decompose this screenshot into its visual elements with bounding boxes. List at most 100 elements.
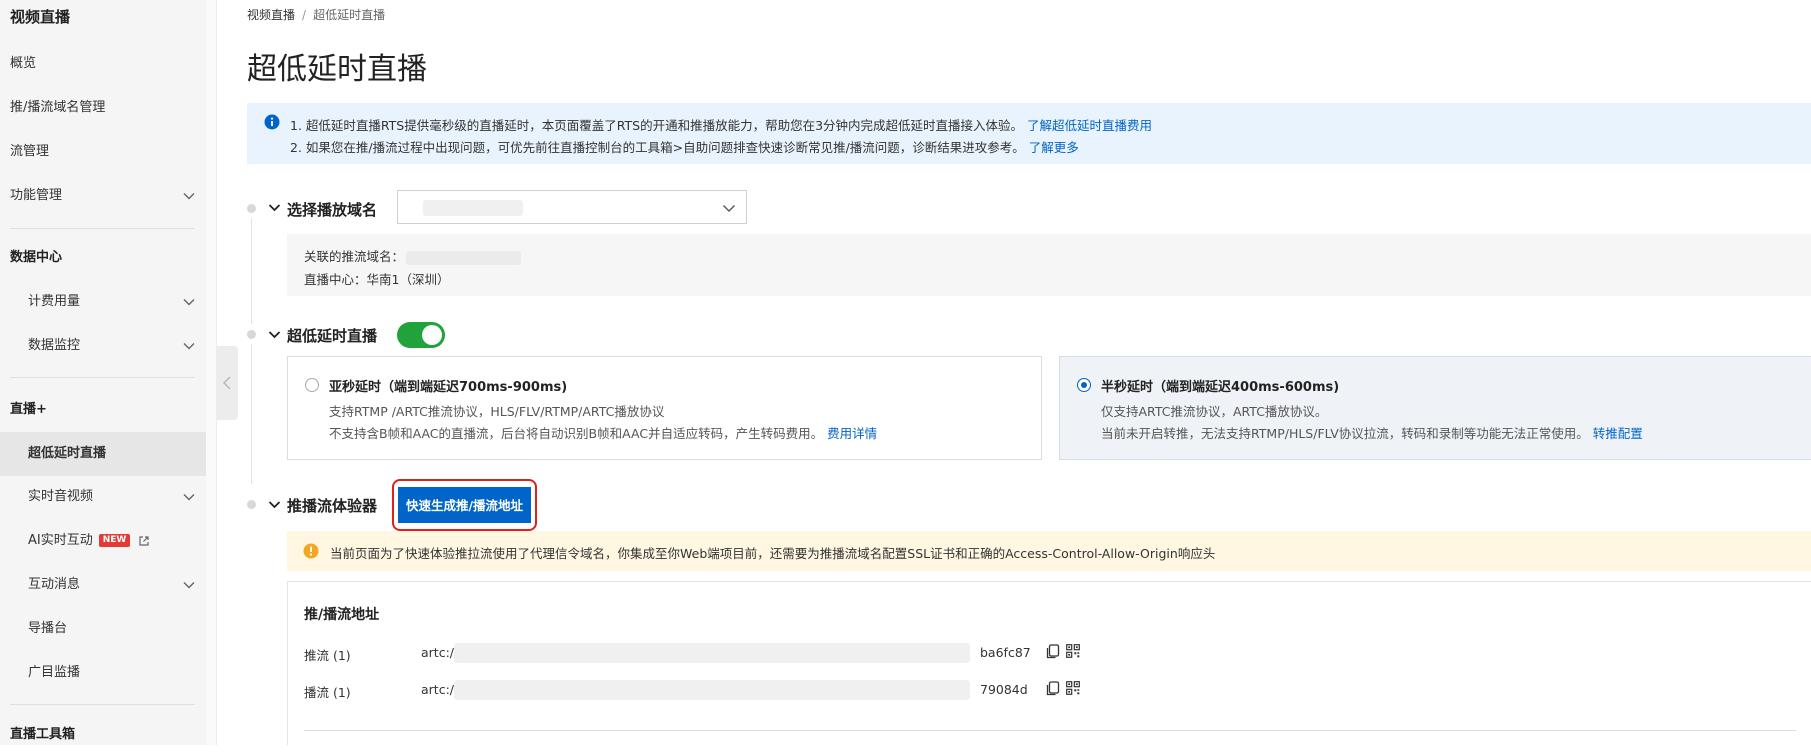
sidebar-item-label: 广目监播 bbox=[28, 665, 81, 680]
sidebar-item-billing-usage[interactable]: 计费用量 bbox=[28, 282, 195, 322]
step-title-select-domain: 选择播放域名 bbox=[287, 201, 378, 219]
radio-half-second[interactable] bbox=[1077, 378, 1091, 392]
divider bbox=[304, 730, 1796, 731]
radio-sub-second[interactable] bbox=[305, 378, 319, 392]
push-domain-row: 关联的推流域名： bbox=[304, 246, 522, 265]
option-desc-2: 当前未开启转推，无法支持RTMP/HLS/FLV协议拉流，转码和录制等功能无法正… bbox=[1101, 423, 1643, 442]
chevron-down-icon[interactable] bbox=[268, 201, 281, 214]
breadcrumb-separator: / bbox=[302, 8, 307, 22]
fee-details-link[interactable]: 费用详情 bbox=[827, 426, 877, 441]
ultra-low-latency-toggle[interactable] bbox=[397, 322, 445, 348]
breadcrumb: 视频直播 / 超低延时直播 bbox=[247, 6, 385, 23]
play-url-prefix: artc:// bbox=[421, 682, 459, 697]
play-url-label: 播流 (1) bbox=[304, 685, 351, 700]
sidebar-title: 视频直播 bbox=[10, 8, 71, 26]
sidebar: 视频直播 概览 推/播流域名管理 流管理 功能管理 数据中心 计费用量 数据监控… bbox=[0, 0, 207, 745]
info-text: 2. 如果您在推/播流过程中出现问题，可优先前往直播控制台的工具箱>自助问题排查… bbox=[290, 140, 1025, 155]
qr-code-icon[interactable] bbox=[1066, 644, 1080, 658]
option-title: 亚秒延时（端到端延迟700ms-900ms) bbox=[329, 380, 568, 395]
sidebar-item-label: 实时音视频 bbox=[28, 489, 94, 504]
sidebar-section-label: 直播工具箱 bbox=[10, 727, 76, 742]
chevron-down-icon[interactable] bbox=[268, 498, 281, 511]
sidebar-item-rtc[interactable]: 实时音视频 bbox=[28, 477, 195, 517]
sidebar-item-label: 数据监控 bbox=[28, 338, 81, 353]
sidebar-item-overview[interactable]: 概览 bbox=[10, 44, 195, 84]
copy-icon[interactable] bbox=[1046, 681, 1060, 696]
qr-code-icon[interactable] bbox=[1066, 681, 1080, 695]
step-dot bbox=[247, 204, 256, 213]
step-dot bbox=[247, 500, 256, 509]
sidebar-item-interactive-messages[interactable]: 互动消息 bbox=[28, 565, 195, 605]
live-center-label: 直播中心：华南1（深圳） bbox=[304, 272, 450, 287]
chevron-down-icon bbox=[183, 582, 195, 589]
option-half-second-latency[interactable]: 半秒延时（端到端延迟400ms-600ms) 仅支持ARTC推流协议，ARTC播… bbox=[1059, 356, 1811, 460]
play-url-suffix: 79084d bbox=[980, 682, 1028, 697]
step-dot bbox=[247, 330, 256, 339]
info-icon bbox=[264, 114, 280, 130]
sidebar-section-toolbox: 直播工具箱 bbox=[10, 715, 195, 755]
redacted-play-url bbox=[454, 680, 970, 700]
chevron-left-icon bbox=[223, 376, 231, 390]
play-domain-select[interactable] bbox=[397, 190, 747, 224]
sidebar-item-feature-management[interactable]: 功能管理 bbox=[10, 176, 195, 216]
option-sub-second-latency[interactable]: 亚秒延时（端到端延迟700ms-900ms) 支持RTMP /ARTC推流协议，… bbox=[287, 356, 1042, 460]
sidebar-section-live-plus: 直播+ bbox=[10, 390, 195, 430]
warning-notice: 当前页面为了快速体验推拉流使用了代理信令域名，你集成至你Web端项目前，还需要为… bbox=[287, 531, 1811, 571]
option-title: 半秒延时（端到端延迟400ms-600ms) bbox=[1101, 380, 1340, 395]
sidebar-section-data-center: 数据中心 bbox=[10, 238, 195, 278]
step-connector bbox=[251, 344, 252, 484]
breadcrumb-root[interactable]: 视频直播 bbox=[247, 8, 295, 22]
sidebar-divider bbox=[10, 704, 195, 705]
push-url-label: 推流 (1) bbox=[304, 648, 351, 663]
warning-icon bbox=[303, 543, 319, 559]
sidebar-item-label: 概览 bbox=[10, 56, 37, 71]
toggle-knob bbox=[422, 325, 442, 345]
sidebar-divider bbox=[10, 377, 195, 378]
sidebar-item-domain-management[interactable]: 推/播流域名管理 bbox=[10, 88, 195, 128]
sidebar-item-stream-management[interactable]: 流管理 bbox=[10, 132, 195, 172]
page-title: 超低延时直播 bbox=[247, 52, 427, 87]
highlight-outline: 快速生成推/播流地址 bbox=[392, 479, 537, 531]
step-title-stream-tester: 推播流体验器 bbox=[287, 497, 378, 515]
chevron-down-icon bbox=[183, 299, 195, 306]
sidebar-section-label: 数据中心 bbox=[10, 250, 63, 265]
sidebar-item-ai-interaction[interactable]: AI实时互动 NEW bbox=[28, 521, 195, 561]
info-line-2: 2. 如果您在推/播流过程中出现问题，可优先前往直播控制台的工具箱>自助问题排查… bbox=[290, 137, 1079, 156]
sidebar-item-label: 计费用量 bbox=[28, 294, 81, 309]
sidebar-item-director[interactable]: 导播台 bbox=[28, 609, 195, 649]
sidebar-item-label: 流管理 bbox=[10, 144, 50, 159]
push-url-prefix: artc:// bbox=[421, 645, 459, 660]
sidebar-item-data-monitoring[interactable]: 数据监控 bbox=[28, 326, 195, 366]
sidebar-item-label: 超低延时直播 bbox=[28, 446, 107, 461]
live-center-row: 直播中心：华南1（深圳） bbox=[304, 269, 449, 288]
sidebar-divider bbox=[10, 228, 195, 229]
sidebar-item-label: AI实时互动 bbox=[28, 533, 93, 548]
copy-icon[interactable] bbox=[1046, 644, 1060, 659]
push-url-suffix: ba6fc87 bbox=[980, 645, 1031, 660]
learn-more-link[interactable]: 了解更多 bbox=[1029, 140, 1079, 155]
breadcrumb-current: 超低延时直播 bbox=[313, 8, 386, 22]
sidebar-item-monitoring[interactable]: 广目监播 bbox=[28, 653, 195, 693]
option-desc-text: 不支持含B帧和AAC的直播流，后台将自动识别B帧和AAC并自适应转码，产生转码费… bbox=[329, 426, 824, 441]
step-title-ultra-low-latency: 超低延时直播 bbox=[287, 327, 378, 345]
main-content: 视频直播 / 超低延时直播 超低延时直播 1. 超低延时直播RTS提供毫秒级的直播延… bbox=[247, 0, 1811, 745]
chevron-down-icon[interactable] bbox=[268, 328, 281, 341]
sidebar-item-ultra-low-latency[interactable]: 超低延时直播 bbox=[0, 432, 206, 476]
chevron-down-icon bbox=[723, 205, 735, 212]
push-domain-label: 关联的推流域名： bbox=[304, 249, 405, 264]
generate-url-button[interactable]: 快速生成推/播流地址 bbox=[398, 487, 531, 523]
stream-url-panel: 推/播流地址 推流 (1) artc:// ba6fc87 播流 (1) art… bbox=[287, 581, 1811, 745]
sidebar-item-label: 功能管理 bbox=[10, 188, 63, 203]
new-badge: NEW bbox=[98, 534, 131, 547]
sidebar-item-label: 导播台 bbox=[28, 621, 68, 636]
step-connector bbox=[251, 218, 252, 324]
sidebar-collapse-handle[interactable] bbox=[216, 346, 238, 420]
warning-text: 当前页面为了快速体验推拉流使用了代理信令域名，你集成至你Web端项目前，还需要为… bbox=[330, 546, 1216, 561]
option-desc-text: 当前未开启转推，无法支持RTMP/HLS/FLV协议拉流，转码和录制等功能无法正… bbox=[1101, 426, 1589, 441]
chevron-down-icon bbox=[183, 343, 195, 350]
redacted-domain bbox=[423, 200, 523, 216]
option-desc-1: 支持RTMP /ARTC推流协议，HLS/FLV/RTMP/ARTC播放协议 bbox=[329, 404, 665, 419]
pricing-link[interactable]: 了解超低延时直播费用 bbox=[1027, 118, 1152, 133]
relay-config-link[interactable]: 转推配置 bbox=[1593, 426, 1643, 441]
info-text: 1. 超低延时直播RTS提供毫秒级的直播延时，本页面覆盖了RTS的开通和推播放能… bbox=[290, 118, 1024, 133]
